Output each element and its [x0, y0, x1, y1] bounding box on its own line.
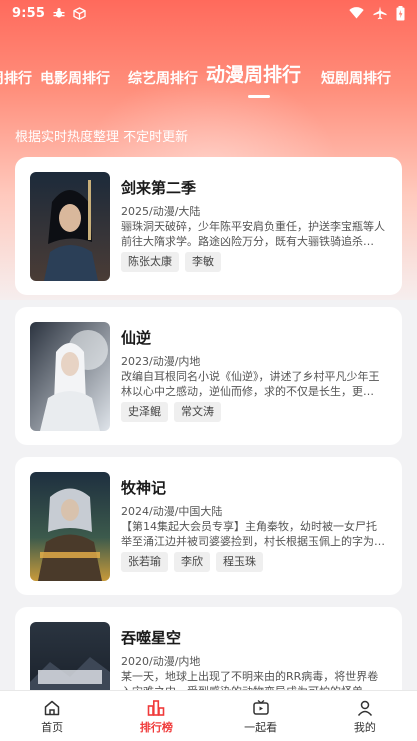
poster-image [30, 322, 110, 431]
nav-home[interactable]: 首页 [0, 691, 104, 741]
cast-tag[interactable]: 常文涛 [174, 402, 221, 422]
nav-watch-together-label: 一起看 [244, 721, 278, 734]
active-tab-indicator [248, 95, 270, 98]
cast-tag[interactable]: 史泽鲲 [121, 402, 168, 422]
item-description: 改编自耳根同名小说《仙逆》，讲述了乡村平凡少年王林以心中之感动，逆仙而修，求的不… [121, 370, 380, 398]
item-meta: 2024/动漫/中国大陆 [121, 505, 223, 518]
list-item[interactable]: 牧神记 2024/动漫/中国大陆 【第14集起大会员专享】主角秦牧，幼时被一女尸… [15, 457, 402, 595]
tab-movie-weekly[interactable]: 电影周排行 [40, 68, 110, 88]
airplane-icon [373, 6, 387, 20]
ranking-icon [147, 697, 165, 719]
cast-tag[interactable]: 张若瑜 [121, 552, 168, 572]
item-title: 剑来第二季 [121, 179, 197, 197]
list-item[interactable]: 剑来第二季 2025/动漫/大陆 骊珠洞天破碎，少年陈平安肩负重任，护送李宝瓶等… [15, 157, 402, 295]
ranking-subtitle: 根据实时热度整理 不定时更新 [15, 130, 189, 145]
user-icon [356, 697, 374, 719]
item-tags: 张若瑜 李欣 程玉珠 [121, 552, 269, 572]
item-meta: 2025/动漫/大陆 [121, 205, 201, 218]
list-item[interactable]: 仙逆 2023/动漫/内地 改编自耳根同名小说《仙逆》，讲述了乡村平凡少年王林以… [15, 307, 402, 445]
wifi-icon [349, 7, 364, 19]
poster-image [30, 472, 110, 581]
tab-variety-weekly[interactable]: 综艺周排行 [128, 68, 198, 88]
nav-home-label: 首页 [41, 721, 64, 734]
nav-watch-together[interactable]: 一起看 [209, 691, 313, 741]
status-bar: 9:55 [0, 0, 417, 26]
tab-anime-weekly[interactable]: 动漫周排行 [206, 60, 301, 87]
nav-profile[interactable]: 我的 [313, 691, 417, 741]
item-title: 吞噬星空 [121, 629, 182, 647]
poster-image [30, 172, 110, 281]
bug-icon [53, 7, 65, 19]
cast-tag[interactable]: 李敏 [185, 252, 221, 272]
item-tags: 陈张太康 李敏 [121, 252, 227, 272]
tab-weekly[interactable]: 周排行 [0, 68, 32, 88]
ranking-tabs: 周排行 电影周排行 综艺周排行 动漫周排行 短剧周排行 [0, 60, 417, 100]
status-time: 9:55 [12, 5, 46, 21]
cast-tag[interactable]: 程玉珠 [216, 552, 263, 572]
box-icon [73, 6, 86, 20]
item-description: 【第14集起大会员专享】主角秦牧，幼时被一女尸托举至涌江边并被司婆婆捡到，村长根… [121, 520, 385, 548]
home-icon [43, 697, 61, 719]
nav-ranking[interactable]: 排行榜 [104, 691, 208, 741]
item-tags: 史泽鲲 常文涛 [121, 402, 227, 422]
item-title: 牧神记 [121, 479, 167, 497]
cast-tag[interactable]: 李欣 [174, 552, 210, 572]
item-meta: 2023/动漫/内地 [121, 355, 201, 368]
battery-icon [396, 5, 405, 21]
nav-profile-label: 我的 [353, 721, 376, 734]
tab-short-drama-weekly[interactable]: 短剧周排行 [321, 68, 391, 88]
nav-ranking-label: 排行榜 [139, 721, 173, 734]
item-title: 仙逆 [121, 329, 152, 347]
item-meta: 2020/动漫/内地 [121, 655, 201, 668]
bottom-navigation: 首页 排行榜 一起看 我的 [0, 690, 417, 741]
tv-icon [252, 697, 270, 719]
item-description: 骊珠洞天破碎，少年陈平安肩负重任，护送李宝瓶等人前往大隋求学。路途凶险万分，既有… [121, 220, 385, 248]
cast-tag[interactable]: 陈张太康 [121, 252, 179, 272]
